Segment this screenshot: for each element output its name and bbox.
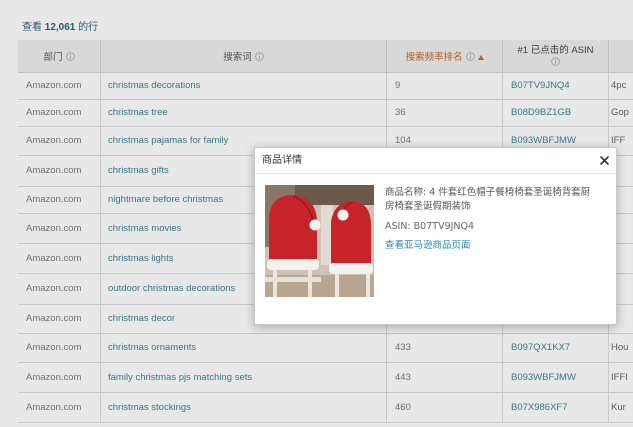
product-info: 商品名称: 4 件套红色帽子餐椅椅套圣诞椅背套厨房椅套圣诞假期装饰 ASIN: … xyxy=(385,186,597,253)
product-image xyxy=(265,185,374,297)
product-name: 商品名称: 4 件套红色帽子餐椅椅套圣诞椅背套厨房椅套圣诞假期装饰 xyxy=(385,187,591,212)
view-on-amazon-link[interactable]: 查看亚马逊商品页面 xyxy=(385,239,597,253)
modal-header: 商品详情 xyxy=(255,148,616,174)
modal-title: 商品详情 xyxy=(262,155,302,166)
left-chair-cover xyxy=(267,195,321,270)
product-details-modal: 商品详情 商品名称: 4 件套红色帽子餐椅椅套圣诞椅背套厨房椅套圣诞假期装饰 A… xyxy=(254,147,617,325)
close-icon[interactable] xyxy=(600,156,609,165)
right-chair-cover xyxy=(329,201,373,274)
product-asin: ASIN: B07TV9JNQ4 xyxy=(385,221,475,232)
